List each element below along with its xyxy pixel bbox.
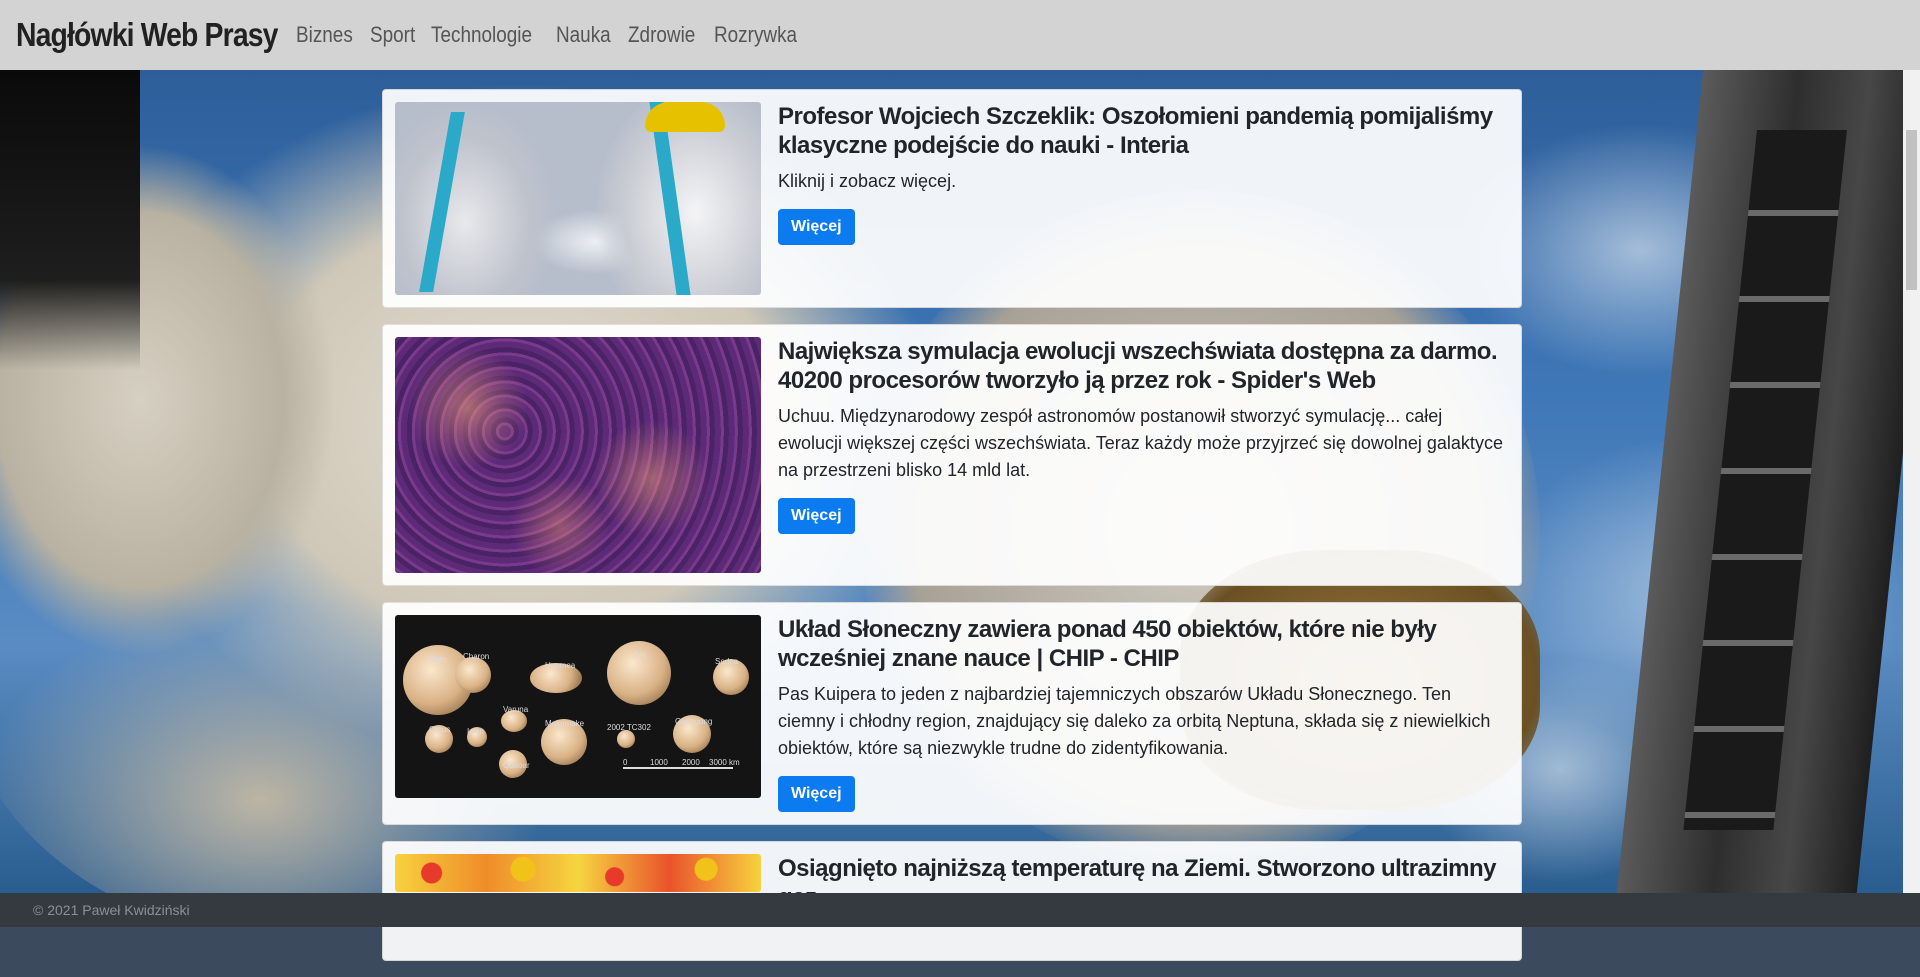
nav-link-nauka[interactable]: Nauka (556, 22, 611, 48)
more-button[interactable]: Więcej (778, 776, 855, 812)
label-pluto: Pluto (428, 655, 447, 664)
more-button[interactable]: Więcej (778, 498, 855, 534)
article-description: Pas Kuipera to jeden z najbardziej tajem… (778, 684, 1491, 758)
label-eris: Eris (633, 651, 647, 660)
label-ixion: Ixion (467, 727, 484, 736)
planet-charon (455, 657, 491, 693)
nav-link-technologie[interactable]: Technologie (431, 22, 532, 48)
scale-bar (623, 767, 733, 769)
cosmic-web-image (395, 337, 761, 573)
article-body: Układ Słoneczny zawiera ponad 450 obiekt… (778, 615, 1509, 812)
scale-label: 0 (623, 758, 628, 767)
label-orcus: Orcus (429, 725, 451, 734)
more-button[interactable]: Więcej (778, 209, 855, 245)
scale-label: 3000 km (709, 758, 740, 767)
article-card: Największa symulacja ewolucji wszechświa… (382, 324, 1522, 586)
article-title: Największa symulacja ewolucji wszechświa… (778, 338, 1498, 394)
space-station-shape (1616, 70, 1920, 893)
page-scrollbar[interactable] (1903, 70, 1920, 893)
label-gonggong: Gonggong (675, 717, 713, 726)
dwarf-planets-image: Pluto Charon Haumea Eris Sedna Makemake … (395, 615, 761, 798)
colorful-dots-image (395, 854, 761, 892)
nav-link-rozrywka[interactable]: Rozrywka (714, 22, 797, 48)
top-navbar: Nagłówki Web Prasy Biznes Sport Technolo… (0, 0, 1920, 70)
page-footer: © 2021 Paweł Kwidziński (0, 893, 1920, 927)
label-sedna: Sedna (715, 657, 739, 666)
article-body: Największa symulacja ewolucji wszechświa… (778, 337, 1509, 573)
face-shield (645, 102, 725, 132)
nav-link-biznes[interactable]: Biznes (296, 22, 353, 48)
article-card: Profesor Wojciech Szczeklik: Oszołomieni… (382, 89, 1522, 308)
hospital-ward-image (395, 102, 761, 295)
suit-stripe (419, 112, 465, 292)
article-list: Profesor Wojciech Szczeklik: Oszołomieni… (382, 89, 1522, 977)
label-makemake: Makemake (545, 719, 585, 728)
nav-links: Biznes Sport Technologie Nauka Zdrowie R… (296, 22, 827, 48)
planet-2002tc302 (617, 730, 635, 748)
article-description: Kliknij i zobacz więcej. (778, 171, 957, 191)
article-title: Układ Słoneczny zawiera ponad 450 obiekt… (778, 616, 1437, 672)
label-varuna: Varuna (503, 705, 529, 714)
scrollbar-thumb[interactable] (1906, 130, 1917, 290)
footer-copyright: © 2021 Paweł Kwidziński (33, 902, 190, 918)
nav-link-zdrowie[interactable]: Zdrowie (628, 22, 695, 48)
article-body: Profesor Wojciech Szczeklik: Oszołomieni… (778, 102, 1509, 295)
brand-link[interactable]: Nagłówki Web Prasy (16, 16, 278, 54)
label-2002tc302: 2002 TC302 (607, 723, 651, 732)
nav-link-sport[interactable]: Sport (370, 22, 415, 48)
article-description: Uchuu. Międzynarodowy zespół astronomów … (778, 406, 1503, 480)
article-card: Pluto Charon Haumea Eris Sedna Makemake … (382, 602, 1522, 825)
scale-label: 1000 (650, 758, 668, 767)
space-dark-area (0, 70, 140, 370)
scale-label: 2000 (682, 758, 700, 767)
label-haumea: Haumea (545, 661, 576, 670)
label-charon: Charon (463, 652, 490, 661)
label-quaoar: Quaoar (503, 761, 530, 770)
article-title: Profesor Wojciech Szczeklik: Oszołomieni… (778, 103, 1493, 159)
